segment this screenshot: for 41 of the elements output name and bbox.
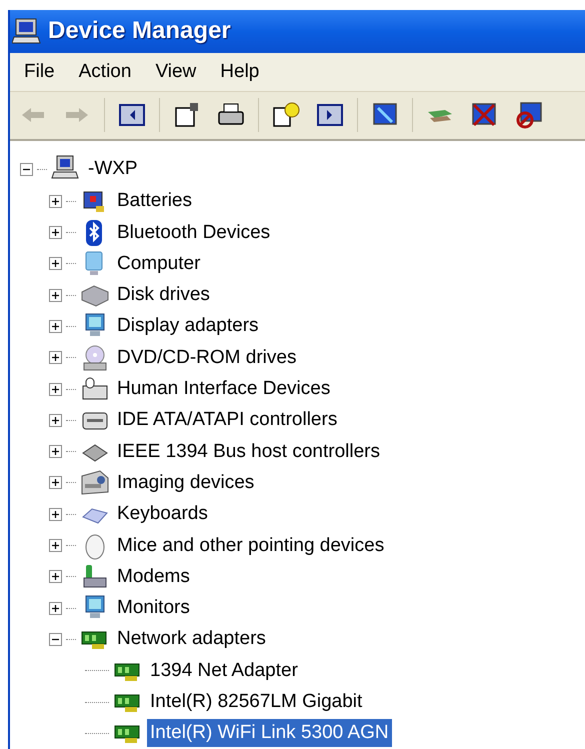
- tree-item[interactable]: Intel(R) 82567LM Gigabit: [147, 688, 366, 716]
- tree-item[interactable]: IEEE 1394 Bus host controllers: [114, 438, 383, 466]
- expand-toggle[interactable]: [49, 226, 62, 240]
- computer-icon: [12, 17, 42, 46]
- expand-toggle[interactable]: [49, 570, 62, 584]
- expand-toggle[interactable]: [49, 445, 62, 458]
- tree-item[interactable]: Display adapters: [114, 312, 262, 340]
- tree-item[interactable]: IDE ATA/ATAPI controllers: [114, 406, 340, 434]
- expand-toggle[interactable]: [49, 288, 62, 302]
- tree-item[interactable]: 1394 Net Adapter: [147, 656, 301, 685]
- expand-toggle[interactable]: [49, 382, 62, 396]
- tree-item[interactable]: Mice and other pointing devices: [114, 532, 388, 560]
- tree-item[interactable]: Bluetooth Devices: [114, 218, 274, 247]
- expand-toggle[interactable]: [49, 508, 62, 521]
- tree-item[interactable]: Computer: [114, 250, 204, 278]
- expand-toggle[interactable]: [49, 539, 62, 552]
- expand-toggle[interactable]: [49, 414, 62, 427]
- tree-item[interactable]: Human Interface Devices: [114, 375, 334, 404]
- expand-toggle[interactable]: [49, 320, 62, 333]
- menu-item[interactable]: Action: [70, 58, 140, 86]
- window-title: Device Manager: [48, 16, 231, 46]
- tree-item[interactable]: Modems: [114, 562, 193, 591]
- tree-item[interactable]: Intel(R) WiFi Link 5300 AGN: [147, 719, 392, 748]
- menu-item[interactable]: View: [147, 58, 204, 86]
- tree-item[interactable]: Keyboards: [114, 500, 211, 528]
- expand-toggle[interactable]: [49, 194, 62, 208]
- expand-toggle[interactable]: [49, 602, 62, 615]
- tree-item[interactable]: Network adapters: [114, 625, 269, 654]
- expand-toggle[interactable]: [20, 162, 33, 176]
- expand-toggle[interactable]: [49, 632, 62, 646]
- tree-item[interactable]: Imaging devices: [114, 468, 258, 497]
- tree-item[interactable]: Batteries: [114, 187, 195, 216]
- expand-toggle[interactable]: [49, 257, 62, 270]
- menu-item[interactable]: File: [16, 58, 63, 86]
- menu-item[interactable]: Help: [212, 58, 268, 86]
- tree-item[interactable]: Monitors: [114, 594, 193, 622]
- tree-item[interactable]: DVD/CD-ROM drives: [114, 344, 300, 372]
- tree-item[interactable]: -WXP: [85, 155, 141, 184]
- expand-toggle[interactable]: [49, 351, 62, 364]
- tree-item[interactable]: Disk drives: [114, 281, 213, 310]
- expand-toggle[interactable]: [49, 476, 62, 490]
